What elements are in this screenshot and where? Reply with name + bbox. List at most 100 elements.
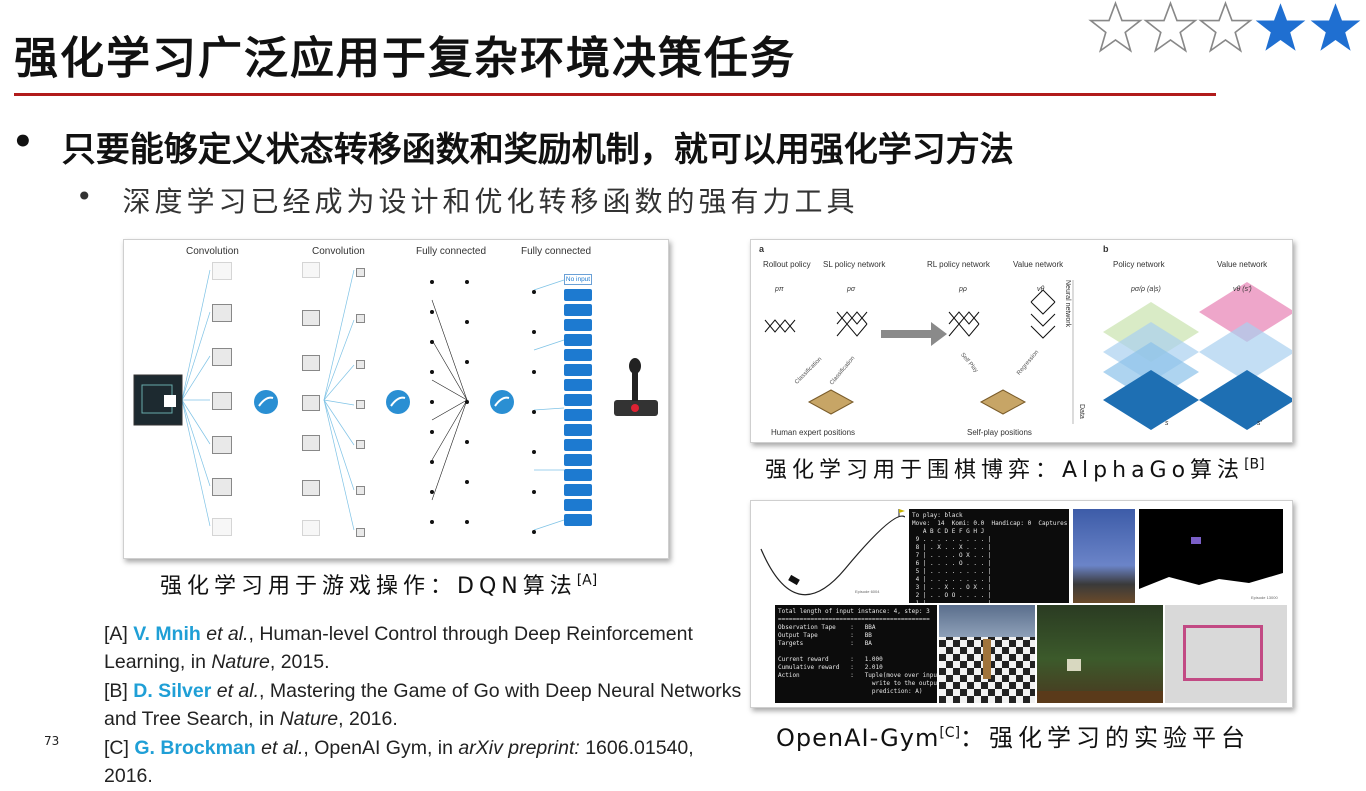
feature-map [212,348,232,366]
star-filled-icon [1310,3,1361,51]
action-up-right [564,304,592,316]
action-fire [564,409,592,421]
action-down-right-fire [564,514,592,526]
star-outline-icon [1198,0,1253,53]
policy-network-b-label: Policy network [1113,260,1165,269]
bullet-sub-text: 深度学习已经成为设计和优化转移函数的强有力工具 [122,185,859,218]
neuron [430,460,434,464]
episode-label: Episode 6004 [855,589,880,594]
neuron [465,280,469,284]
mountain-car-curve [760,509,906,596]
feature-map [302,355,320,371]
feature-map-small [356,400,365,409]
v-theta-s-label: vθ (s′) [1233,286,1252,293]
neuron [465,400,469,404]
action-down [564,349,592,361]
reference-a: [A] V. Mnih et al., Human-level Control … [104,623,693,674]
rl-policy-label: RL policy network [927,260,990,269]
mountain-car-env: Episode 6004 [755,509,906,601]
neuron [465,320,469,324]
dqn-caption: 强化学习用于游戏操作：DQN算法[A] [160,572,598,599]
openai-gym-figure: Episode 6004 To play: black Move: 14 Kom… [750,500,1293,708]
data-axis-label: Data [1078,404,1085,419]
atari-game-env [1073,509,1135,603]
bullet-marker: • [12,122,34,162]
panel-a-label: a [759,244,765,254]
action-up-right-fire [564,484,592,496]
lunar-lander-env: Episode 13000 [1139,509,1283,603]
neuron [430,310,434,314]
star-outline-icon [1088,0,1143,53]
p-sigma-rho-label: pσ/ρ (a|s) [1131,286,1161,293]
v-theta-label: vθ [1037,286,1045,293]
alphago-figure: a b Rollout policy SL policy network RL … [750,239,1293,443]
feature-map [302,520,320,536]
feature-map-small [356,314,365,323]
feature-map [212,518,232,536]
state-s-label: s [1165,420,1169,427]
neuron [430,400,434,404]
neuron [532,530,536,534]
no-input-action: No input [564,274,592,285]
neuron [532,450,536,454]
feature-map-small [356,268,365,277]
bullet-marker: • [76,180,97,213]
slide-title: 强化学习广泛应用于复杂环境决策任务 [14,33,796,84]
neuron [430,490,434,494]
neuron [465,440,469,444]
rollout-policy-label: Rollout policy [763,260,811,269]
bullet-main: • 只要能够定义状态转移函数和奖励机制，就可以用强化学习方法 [12,122,1014,171]
feature-map [302,262,320,278]
panel-b-label: b [1103,244,1109,254]
p-rho-label: pρ [959,286,967,293]
p-pi-label: pπ [775,286,784,293]
reference-c: [C] G. Brockman et al., OpenAI Gym, in a… [104,736,694,788]
feature-map [302,480,320,496]
feature-map [302,310,320,326]
human-positions-label: Human expert positions [771,428,856,437]
feature-map [212,392,232,410]
algorithmic-env: Total length of input instance: 4, step:… [775,605,937,703]
go-text-env: To play: black Move: 14 Komi: 0.0 Handic… [909,509,1069,603]
bullet-sub: • 深度学习已经成为设计和优化转移函数的强有力工具 [76,180,859,220]
neuron [532,290,536,294]
feature-map [302,435,320,451]
action-up-fire [564,424,592,436]
openai-gym-caption: OpenAI-Gym[C]：强化学习的实验平台 [776,724,1251,752]
neuron [532,330,536,334]
action-right-fire [564,439,592,451]
action-up [564,289,592,301]
action-left-fire [564,454,592,466]
neuron [532,490,536,494]
feature-map [212,304,232,322]
feature-map [212,262,232,280]
feature-map [212,478,232,496]
page-number: 73 [44,734,60,748]
neuron [465,480,469,484]
feature-map [212,436,232,454]
alphago-caption: 强化学习用于围棋博弈：AlphaGo算法[B] [765,456,1265,483]
feature-map-small [356,486,365,495]
lunar-surface [1139,537,1283,603]
action-up-left [564,394,592,406]
neuron [465,360,469,364]
state-s-prime-label: s′ [1257,420,1262,427]
feature-map [302,395,320,411]
neuron [430,520,434,524]
pinball-env [1165,605,1287,703]
neuron [430,340,434,344]
alphago-diagram [764,280,1292,430]
neuron [532,370,536,374]
star-filled-icon [1255,3,1306,51]
feature-map-small [356,440,365,449]
doom-env [1037,605,1163,703]
p-sigma-label: pσ [847,286,856,293]
neuron [430,430,434,434]
bullet-main-text: 只要能够定义状态转移函数和奖励机制，就可以用强化学习方法 [61,130,1014,170]
action-right [564,319,592,331]
selfplay-positions-label: Self-play positions [967,428,1032,437]
mujoco-env [939,605,1035,703]
action-up-left-fire [564,499,592,511]
reference-b: [B] D. Silver et al., Mastering the Game… [104,679,742,731]
neuron [465,520,469,524]
